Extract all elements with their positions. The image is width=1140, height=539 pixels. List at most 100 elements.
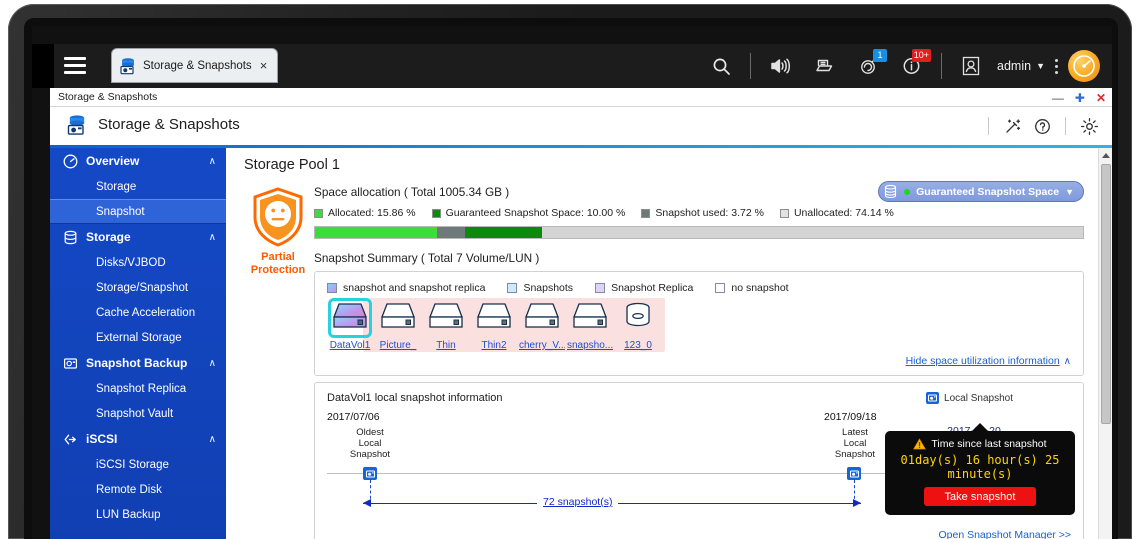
guaranteed-snapshot-space-button[interactable]: Guaranteed Snapshot Space ▼ — [878, 181, 1084, 202]
main-menu-hamburger-icon[interactable] — [64, 57, 86, 75]
app-title: Storage & Snapshots — [98, 116, 240, 133]
protection-label-line1: Partial — [261, 251, 295, 263]
vertical-scrollbar[interactable] — [1098, 148, 1112, 539]
overview-gauge-icon — [62, 153, 79, 170]
volume-label[interactable]: DataVol1 — [327, 340, 373, 351]
hamburger-line — [64, 64, 86, 67]
legend-swatch — [327, 283, 337, 293]
divider — [988, 117, 989, 135]
volume-item-snapshot[interactable]: snapsho... — [567, 301, 613, 351]
chevron-up-icon[interactable]: ∧ — [209, 156, 216, 167]
legend-swatch — [314, 208, 323, 218]
sidebar-item-external-storage[interactable]: External Storage — [50, 325, 226, 350]
sidebar-item-lun-backup[interactable]: LUN Backup — [50, 502, 226, 527]
search-icon[interactable] — [704, 49, 738, 83]
sidebar-item-storage[interactable]: Storage — [50, 174, 226, 199]
admin-menu[interactable]: admin — [997, 59, 1031, 73]
volume-label[interactable]: cherry_V... — [519, 340, 565, 351]
chevron-up-icon[interactable]: ∧ — [209, 358, 216, 369]
open-snapshot-manager-link[interactable]: Open Snapshot Manager >> — [938, 529, 1071, 539]
legend-swatch — [641, 208, 651, 218]
storage-pool-icon — [883, 184, 898, 199]
protection-label: Partial Protection — [242, 251, 314, 277]
sidebar-group-overview[interactable]: Overview ∧ — [50, 148, 226, 174]
volume-item-datavol1[interactable]: DataVol1 — [327, 301, 373, 351]
space-allocation-legend: Allocated: 15.86 % Guaranteed Snapshot S… — [314, 207, 1084, 219]
volume-label[interactable]: Thin2 — [471, 340, 517, 351]
toolbar-divider — [941, 53, 943, 79]
sidebar-item-iscsi-storage[interactable]: iSCSI Storage — [50, 452, 226, 477]
sidebar-item-cache-acceleration[interactable]: Cache Acceleration — [50, 300, 226, 325]
timeline-marker-latest[interactable] — [847, 467, 861, 480]
warning-triangle-icon — [913, 438, 927, 450]
top-bar-left-edge — [32, 44, 54, 88]
sidebar-group-storage[interactable]: Storage ∧ — [50, 224, 226, 250]
volume-item-picture[interactable]: Picture_ — [375, 301, 421, 351]
lun-item-123-0[interactable]: 123_0 — [615, 301, 661, 351]
chevron-down-icon[interactable]: ▼ — [1065, 187, 1074, 197]
window-titlebar: Storage & Snapshots — ✚ ✕ — [50, 88, 1112, 107]
volume-icon — [328, 303, 372, 338]
legend-item-snapshots: Snapshots — [507, 282, 573, 294]
qts-top-bar: Storage & Snapshots × 1 10+ admin ▼ — [32, 44, 1112, 88]
snapshot-count-link[interactable]: 72 snapshot(s) — [537, 496, 619, 508]
latest-line3: Snapshot — [834, 449, 876, 460]
user-profile-icon[interactable] — [954, 49, 988, 83]
sidebar-item-storage-snapshot[interactable]: Storage/Snapshot — [50, 275, 226, 300]
background-tasks-icon[interactable] — [807, 49, 841, 83]
lun-label[interactable]: 123_0 — [615, 340, 661, 351]
sidebar-group-label: Snapshot Backup — [86, 356, 188, 370]
external-device-icon[interactable]: 1 — [851, 49, 888, 83]
legend-item-snapshot-replica: Snapshot Replica — [595, 282, 693, 294]
hide-space-utilization-label: Hide space utilization information — [905, 355, 1060, 367]
close-icon[interactable]: × — [258, 59, 270, 72]
volume-item-thin[interactable]: Thin — [423, 301, 469, 351]
legend-swatch — [595, 283, 606, 293]
volume-speaker-icon[interactable] — [763, 49, 797, 83]
maximize-button[interactable]: ✚ — [1075, 92, 1085, 104]
oldest-line1: Oldest — [356, 427, 384, 438]
scrollbar-thumb[interactable] — [1101, 164, 1111, 424]
external-device-badge: 1 — [873, 49, 888, 62]
sidebar-item-remote-disk[interactable]: Remote Disk — [50, 477, 226, 502]
help-icon[interactable] — [1029, 113, 1055, 139]
volume-icon — [523, 303, 561, 335]
volume-item-thin2[interactable]: Thin2 — [471, 301, 517, 351]
sidebar-item-disks-vjbod[interactable]: Disks/VJBOD — [50, 250, 226, 275]
sidebar-item-snapshot-vault[interactable]: Snapshot Vault — [50, 401, 226, 426]
more-options-icon[interactable] — [1055, 58, 1058, 74]
sidebar-item-snapshot-replica[interactable]: Snapshot Replica — [50, 376, 226, 401]
volume-label[interactable]: snapsho... — [567, 340, 613, 351]
sidebar-item-snapshot[interactable]: Snapshot — [50, 199, 226, 224]
take-snapshot-button[interactable]: Take snapshot — [924, 487, 1036, 506]
app-tab-storage-snapshots[interactable]: Storage & Snapshots × — [112, 49, 278, 82]
timeline-marker-oldest[interactable] — [363, 467, 377, 480]
sidebar-group-snapshot-backup[interactable]: Snapshot Backup ∧ — [50, 350, 226, 376]
divider — [1065, 117, 1066, 135]
snapshot-type-legend: snapshot and snapshot replica Snapshots — [327, 282, 1071, 294]
sidebar-group-label: iSCSI — [86, 432, 118, 446]
chevron-up-icon[interactable]: ∧ — [209, 232, 216, 243]
volume-label[interactable]: Thin — [423, 340, 469, 351]
tooltip-elapsed-time: 01day(s) 16 hour(s) 25 minute(s) — [900, 453, 1060, 481]
notification-info-icon[interactable]: 10+ — [895, 49, 932, 83]
legend-item-allocated: Allocated: 15.86 % — [314, 207, 416, 219]
sidebar-group-iscsi[interactable]: iSCSI ∧ — [50, 426, 226, 452]
scroll-up-button[interactable] — [1099, 148, 1112, 162]
chevron-down-icon[interactable]: ▼ — [1036, 61, 1045, 71]
pool-overview-row: Partial Protection Guaranteed Snapshot S… — [242, 181, 1098, 539]
volume-label[interactable]: Picture_ — [375, 340, 421, 351]
triangle-up-icon — [1101, 152, 1110, 158]
chevron-up-icon[interactable]: ∧ — [209, 434, 216, 445]
window-controls: — ✚ ✕ — [1052, 88, 1106, 107]
settings-gear-icon[interactable] — [1076, 113, 1102, 139]
volume-item-cherry[interactable]: cherry_V... — [519, 301, 565, 351]
minimize-button[interactable]: — — [1052, 92, 1064, 104]
wizard-icon[interactable] — [999, 113, 1025, 139]
hide-space-utilization-link[interactable]: Hide space utilization information ∧ — [327, 355, 1071, 367]
app-body: Overview ∧ Storage Snapshot Storage ∧ Di… — [50, 148, 1112, 539]
dashboard-icon[interactable] — [1068, 50, 1100, 82]
legend-label: Snapshot used: 3.72 % — [655, 207, 764, 219]
timeline-legend: Local Snapshot — [926, 392, 1013, 404]
close-button[interactable]: ✕ — [1096, 92, 1106, 104]
